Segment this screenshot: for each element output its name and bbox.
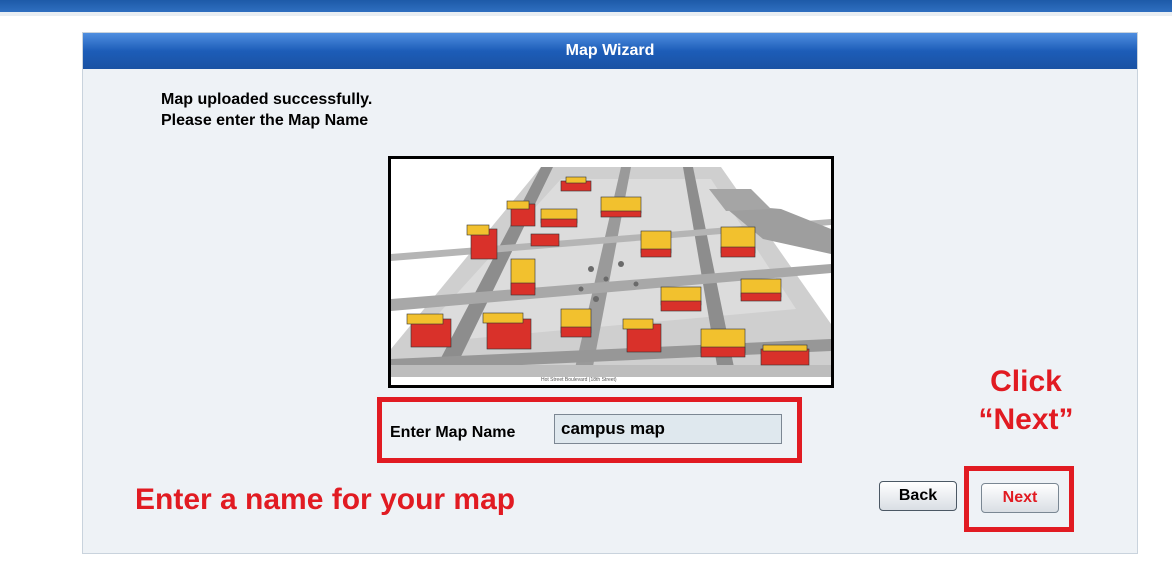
top-divider [0,12,1172,16]
back-button[interactable]: Back [879,481,957,511]
enter-name-instruction: Please enter the Map Name [161,112,369,129]
map-preview: Hot Street Boulevard (18th Street) [388,156,834,388]
map-name-highlight: Enter Map Name [377,397,802,463]
upload-success-text: Map uploaded successfully. [161,91,373,108]
next-button-highlight: Next [964,466,1074,532]
map-caption: Hot Street Boulevard (18th Street) [541,377,617,383]
map-wizard-panel: Map Wizard Map uploaded successfully. Pl… [82,32,1138,554]
next-button[interactable]: Next [981,483,1059,513]
click-annotation-line1: Click [990,365,1062,398]
status-message: Map uploaded successfully. Please enter … [161,89,372,131]
enter-name-annotation: Enter a name for your map [135,483,516,516]
map-name-input[interactable] [554,414,782,444]
click-annotation-line2: “Next” [978,403,1074,436]
map-name-label: Enter Map Name [390,424,516,441]
panel-title: Map Wizard [83,33,1137,69]
top-banner-strip [0,0,1172,12]
click-next-annotation: Click “Next” [951,363,1101,439]
campus-map-image: Hot Street Boulevard (18th Street) [391,159,831,385]
